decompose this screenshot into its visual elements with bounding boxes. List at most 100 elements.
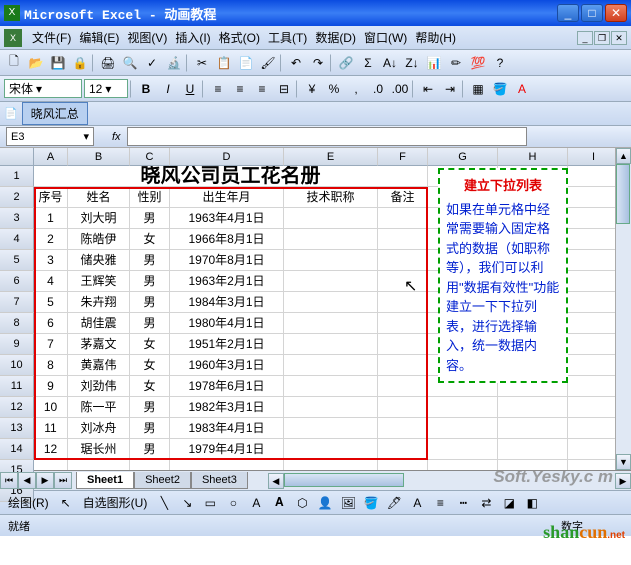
col-header[interactable]: F xyxy=(378,148,428,166)
cell[interactable]: 1984年3月1日 xyxy=(170,292,284,313)
row-header[interactable]: 12 xyxy=(0,397,34,418)
open-icon[interactable]: 📂 xyxy=(26,53,46,73)
cell[interactable] xyxy=(284,208,378,229)
cell[interactable] xyxy=(284,376,378,397)
cell[interactable] xyxy=(498,460,568,470)
arrow-icon[interactable]: ↘ xyxy=(177,493,197,513)
cell[interactable] xyxy=(568,334,620,355)
cell[interactable] xyxy=(284,292,378,313)
scroll-up-icon[interactable]: ▲ xyxy=(616,148,631,164)
italic-button[interactable]: I xyxy=(158,79,178,99)
cell[interactable]: 男 xyxy=(130,397,170,418)
cell[interactable] xyxy=(284,334,378,355)
cell[interactable]: 女 xyxy=(130,334,170,355)
cell[interactable]: 7 xyxy=(34,334,68,355)
cell[interactable]: 1982年3月1日 xyxy=(170,397,284,418)
cell[interactable]: 1970年8月1日 xyxy=(170,250,284,271)
cell[interactable]: 序号 xyxy=(34,187,68,208)
sheet-tab-3[interactable]: Sheet3 xyxy=(191,472,248,489)
cell[interactable]: 琚长州 xyxy=(68,439,130,460)
cell[interactable]: 2 xyxy=(34,229,68,250)
cell[interactable] xyxy=(130,460,170,470)
minimize-button[interactable]: _ xyxy=(557,4,579,22)
row-header[interactable]: 1 xyxy=(0,166,34,187)
cell[interactable]: 男 xyxy=(130,439,170,460)
select-all-corner[interactable] xyxy=(0,148,34,166)
dash-style-icon[interactable]: ┅ xyxy=(453,493,473,513)
line-color-icon[interactable]: 🖊 xyxy=(384,493,404,513)
permission-icon[interactable]: 🔒 xyxy=(70,53,90,73)
cell[interactable] xyxy=(498,439,568,460)
new-icon[interactable]: 🗋 xyxy=(4,53,24,73)
scroll-left-icon[interactable]: ◀ xyxy=(268,473,284,489)
row-header[interactable]: 3 xyxy=(0,208,34,229)
sort-desc-icon[interactable]: Z↓ xyxy=(402,53,422,73)
fill-color-icon[interactable]: 🪣 xyxy=(490,79,510,99)
sheet-tab-2[interactable]: Sheet2 xyxy=(134,472,191,489)
cell[interactable] xyxy=(568,229,620,250)
cell[interactable]: 储央雅 xyxy=(68,250,130,271)
maximize-button[interactable]: □ xyxy=(581,4,603,22)
doc-restore-button[interactable]: ❐ xyxy=(594,31,610,45)
cell[interactable] xyxy=(378,313,428,334)
doc-close-button[interactable]: ✕ xyxy=(611,31,627,45)
cell[interactable] xyxy=(284,439,378,460)
cell[interactable] xyxy=(34,460,68,470)
menu-file[interactable]: 文件(F) xyxy=(28,27,75,48)
cell[interactable]: 朱卉翔 xyxy=(68,292,130,313)
cell[interactable]: 9 xyxy=(34,376,68,397)
copy-icon[interactable]: 📋 xyxy=(214,53,234,73)
row-header[interactable]: 13 xyxy=(0,418,34,439)
borders-icon[interactable]: ▦ xyxy=(468,79,488,99)
menu-data[interactable]: 数据(D) xyxy=(311,27,360,48)
line-icon[interactable]: ╲ xyxy=(154,493,174,513)
row-header[interactable]: 9 xyxy=(0,334,34,355)
name-box[interactable]: E3▾ xyxy=(6,127,94,146)
col-header[interactable]: C xyxy=(130,148,170,166)
undo-icon[interactable]: ↶ xyxy=(286,53,306,73)
draw-menu[interactable]: 绘图(R) xyxy=(4,494,53,511)
cell[interactable] xyxy=(378,439,428,460)
row-header[interactable]: 10 xyxy=(0,355,34,376)
research-icon[interactable]: 🔬 xyxy=(164,53,184,73)
menu-tools[interactable]: 工具(T) xyxy=(264,27,311,48)
cell[interactable]: 备注 xyxy=(378,187,428,208)
cell[interactable]: 性别 xyxy=(130,187,170,208)
cell[interactable] xyxy=(428,460,498,470)
sheet-nav-prev-icon[interactable]: ◀ xyxy=(18,472,36,489)
cell[interactable] xyxy=(378,208,428,229)
decrease-indent-icon[interactable]: ⇤ xyxy=(418,79,438,99)
cell[interactable] xyxy=(568,208,620,229)
workbook-icon[interactable]: X xyxy=(4,29,22,47)
spell-icon[interactable]: ✓ xyxy=(142,53,162,73)
cell[interactable]: 出生年月 xyxy=(170,187,284,208)
cell[interactable] xyxy=(568,187,620,208)
horizontal-scrollbar[interactable]: ◀ ▶ xyxy=(268,473,631,489)
scroll-right-icon[interactable]: ▶ xyxy=(615,473,631,489)
cell[interactable] xyxy=(568,355,620,376)
cell[interactable]: 女 xyxy=(130,355,170,376)
cell[interactable]: 12 xyxy=(34,439,68,460)
cell[interactable] xyxy=(568,166,620,187)
increase-decimal-icon[interactable]: .0 xyxy=(368,79,388,99)
cell[interactable] xyxy=(428,418,498,439)
cell[interactable] xyxy=(378,250,428,271)
menu-insert[interactable]: 插入(I) xyxy=(171,27,214,48)
cell[interactable]: 1 xyxy=(34,208,68,229)
cell[interactable] xyxy=(284,229,378,250)
cell[interactable] xyxy=(568,397,620,418)
cell[interactable] xyxy=(378,355,428,376)
picture-icon[interactable]: 🖼 xyxy=(338,493,358,513)
cell[interactable]: 5 xyxy=(34,292,68,313)
arrow-style-icon[interactable]: ⇄ xyxy=(476,493,496,513)
percent-icon[interactable]: % xyxy=(324,79,344,99)
autoshapes-menu[interactable]: 自选图形(U) xyxy=(79,494,152,511)
cell[interactable]: 陈皓伊 xyxy=(68,229,130,250)
fill-color-icon[interactable]: 🪣 xyxy=(361,493,381,513)
shadow-icon[interactable]: ◪ xyxy=(499,493,519,513)
diagram-icon[interactable]: ⬡ xyxy=(292,493,312,513)
row-header[interactable]: 4 xyxy=(0,229,34,250)
cell[interactable] xyxy=(378,460,428,470)
cut-icon[interactable]: ✂ xyxy=(192,53,212,73)
cell[interactable] xyxy=(428,397,498,418)
